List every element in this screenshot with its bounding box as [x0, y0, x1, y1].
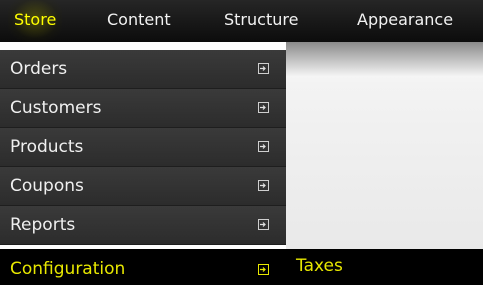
- submenu-arrow-icon: [258, 180, 269, 191]
- menu-item-products[interactable]: Products: [0, 128, 286, 167]
- nav-appearance[interactable]: Appearance: [357, 0, 453, 42]
- menu-item-orders[interactable]: Orders: [0, 50, 286, 89]
- menu-item-customers[interactable]: Customers: [0, 89, 286, 128]
- nav-structure[interactable]: Structure: [224, 0, 298, 42]
- menu-item-reports[interactable]: Reports: [0, 206, 286, 245]
- menu-item-configuration[interactable]: Configuration Taxes: [0, 249, 483, 285]
- submenu-arrow-icon: [258, 219, 269, 230]
- admin-top-nav: Store Content Structure Appearance: [0, 0, 483, 42]
- submenu-arrow-icon: [258, 102, 269, 113]
- submenu-arrow-icon: [258, 141, 269, 152]
- menu-item-label: Customers: [10, 98, 102, 118]
- submenu-arrow-icon: [258, 63, 269, 74]
- store-dropdown-menu: Orders Customers Products Coupons Report…: [0, 50, 286, 245]
- menu-item-label: Coupons: [10, 176, 84, 196]
- menu-item-label: Reports: [10, 215, 76, 235]
- menu-item-label: Orders: [10, 59, 68, 79]
- page-content-area: [286, 42, 483, 249]
- menu-item-label: Configuration: [10, 259, 126, 279]
- submenu-arrow-icon: [258, 264, 269, 275]
- submenu-item-taxes[interactable]: Taxes: [296, 249, 343, 283]
- menu-item-label: Products: [10, 137, 84, 157]
- nav-store[interactable]: Store: [8, 0, 63, 42]
- nav-content[interactable]: Content: [107, 0, 171, 42]
- menu-item-coupons[interactable]: Coupons: [0, 167, 286, 206]
